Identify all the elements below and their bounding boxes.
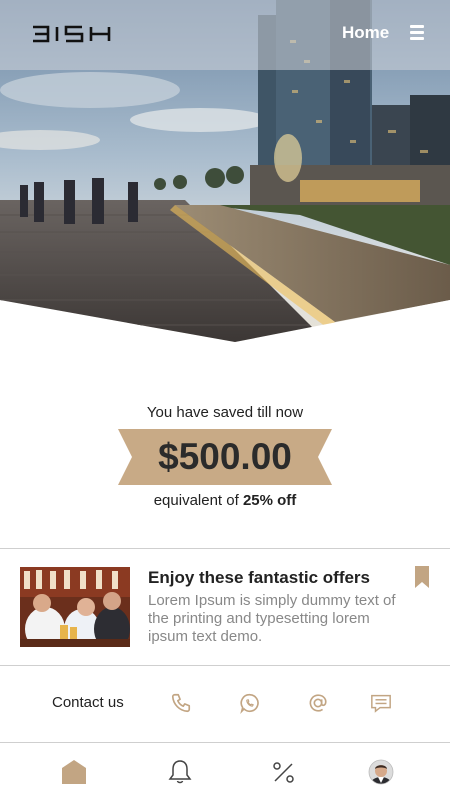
home-icon[interactable] [61, 759, 87, 785]
equivalent-text: equivalent of 25% off [0, 492, 450, 509]
saved-amount: $500.00 [158, 436, 292, 477]
saved-caption: You have saved till now [146, 404, 304, 421]
bell-icon[interactable] [167, 759, 193, 785]
bookmark-icon[interactable] [415, 566, 429, 588]
phone-icon[interactable] [170, 692, 192, 714]
message-icon[interactable] [370, 692, 392, 714]
at-icon[interactable] [307, 692, 329, 714]
divider [0, 742, 450, 743]
menu-icon[interactable] [410, 25, 424, 41]
brand-logo[interactable] [32, 25, 126, 43]
equivalent-prefix: equivalent of [153, 492, 239, 509]
divider [0, 665, 450, 666]
avatar[interactable] [368, 759, 394, 785]
contact-label: Contact us [52, 694, 124, 711]
divider [0, 548, 450, 549]
discount-value: 25% off [242, 492, 297, 509]
whatsapp-icon[interactable] [239, 692, 261, 714]
nav-home-link[interactable]: Home [342, 23, 389, 43]
percent-icon[interactable] [271, 759, 297, 785]
offer-description: Lorem Ipsum is simply dummy text of the … [148, 592, 396, 645]
offer-title: Enjoy these fantastic offers [148, 568, 371, 587]
offer-image[interactable] [20, 567, 130, 647]
